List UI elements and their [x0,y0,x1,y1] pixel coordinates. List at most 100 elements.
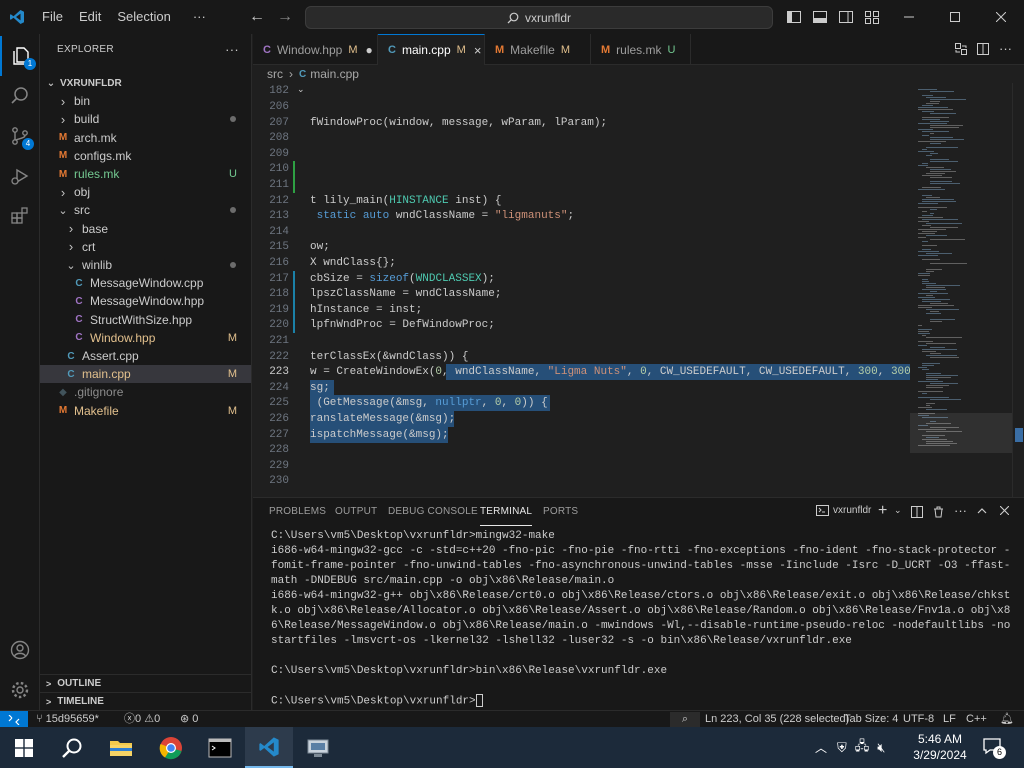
tree-item-obj[interactable]: › obj [40,183,251,201]
tree-item-bin[interactable]: › bin [40,92,251,110]
tab-window-hpp[interactable]: C Window.hpp M ● [253,34,378,65]
tree-item-main-cpp[interactable]: Cmain.cpp M [40,365,251,384]
language-mode[interactable]: C++ [966,712,987,727]
code-editor[interactable]: 182 ⌄ 206 207 fWindowProc(window, message,… [253,83,910,497]
tree-item-configs-mk[interactable]: Mconfigs.mk [40,147,251,165]
encoding[interactable]: UTF-8 [903,712,934,727]
cursor-position[interactable]: Ln 223, Col 35 (228 selected) [705,712,849,727]
menu-more[interactable]: ··· [185,0,214,34]
toggle-secondary-sidebar-icon[interactable] [838,9,854,25]
minimap[interactable] [910,83,1012,497]
volume-muted-icon[interactable]: 🔇︎ [877,740,885,756]
code-line[interactable]: ranslateMessage(&msg); [310,411,455,427]
network-icon[interactable]: 🖧︎ [855,737,870,759]
tree-item-winlib[interactable]: ⌄ winlib [40,256,251,274]
tree-item-arch-mk[interactable]: March.mk [40,129,251,147]
accounts-activity[interactable] [0,630,40,670]
code-line[interactable]: terClassEx(&wndClass)) { [310,349,468,365]
chevron-up-icon[interactable] [977,507,987,515]
more-actions-icon[interactable]: ··· [954,503,967,518]
taskbar-terminal[interactable] [196,727,244,768]
tab-size[interactable]: Tab Size: 4 [844,712,898,727]
editor-scrollbar[interactable] [1012,83,1024,497]
taskbar-vscode[interactable] [245,727,293,768]
customize-layout-icon[interactable] [864,9,880,25]
menu-edit[interactable]: Edit [71,0,109,34]
more-actions-icon[interactable]: ··· [225,42,239,57]
taskbar-app[interactable] [294,727,342,768]
clock[interactable]: 5:46 AM 3/29/2024 [905,731,975,763]
tree-item-messagewindow-cpp[interactable]: C MessageWindow.cpp [40,274,251,292]
start-button[interactable] [0,727,48,768]
zoom-icon[interactable]: ⌕ [670,712,700,727]
split-editor-icon[interactable] [976,42,990,56]
code-line[interactable]: w = CreateWindowEx(0, wndClassName, "Lig… [310,364,910,380]
git-branch[interactable]: ⑂ 15d95659* [36,712,99,727]
tree-item-rules-mk[interactable]: Mrules.mk U [40,165,251,183]
code-line[interactable]: ow; [310,239,330,255]
code-line[interactable]: static auto wndClassName = "ligmanuts"; [310,208,574,224]
unsaved-dot-icon[interactable]: ● [366,43,373,57]
forward-arrow-icon[interactable]: → [271,8,299,26]
ports-status[interactable]: ⊛ 0 [180,712,198,727]
workspace-root[interactable]: ⌄ VXRUNFLDR [40,74,251,92]
tab-main-cpp[interactable]: C main.cpp M × [378,34,485,65]
security-icon[interactable]: ⛨ [837,740,847,756]
tab-problems[interactable]: PROBLEMS [269,498,326,526]
open-changes-icon[interactable] [954,42,968,56]
new-terminal-icon[interactable]: + [878,502,887,520]
extensions-activity[interactable] [0,196,40,236]
tab-rules-mk[interactable]: M rules.mk U [591,34,691,65]
toggle-panel-icon[interactable] [812,9,828,25]
menu-selection[interactable]: Selection [109,0,178,34]
tree-item-messagewindow-hpp[interactable]: C MessageWindow.hpp [40,292,251,310]
manage-activity[interactable] [0,670,40,710]
toggle-primary-sidebar-icon[interactable] [786,9,802,25]
tab-debug-console[interactable]: DEBUG CONSOLE [388,498,478,526]
breadcrumb-file[interactable]: main.cpp [310,67,359,81]
maximize-button[interactable] [932,0,978,34]
tab-ports[interactable]: PORTS [543,498,578,526]
explorer-activity[interactable]: 1 [0,36,40,76]
taskbar-chrome[interactable] [147,727,195,768]
trash-icon[interactable] [933,506,944,518]
tab-makefile[interactable]: M Makefile M [485,34,591,65]
taskbar-search-button[interactable] [48,727,96,768]
tab-terminal[interactable]: TERMINAL [480,498,533,526]
chevron-down-icon[interactable]: ⌄ [894,505,902,516]
code-line[interactable]: sg; [310,380,330,396]
search-activity[interactable] [0,76,40,116]
close-window-button[interactable] [978,0,1024,34]
chevron-up-icon[interactable]: ︿ [815,739,827,756]
code-line[interactable]: t lily_main(HINSTANCE inst) { [310,193,501,209]
tree-item-window-hpp[interactable]: C Window.hpp M [40,329,251,347]
command-center-search[interactable]: vxrunfldr [305,6,773,29]
end-of-line[interactable]: LF [943,712,956,727]
close-panel-icon[interactable] [1000,506,1009,515]
tree-item-gitignore[interactable]: ◆ .gitignore [40,383,251,401]
problems-status[interactable]: ⓧ0 ⚠0 [124,712,160,727]
tree-item-base[interactable]: › base [40,220,251,238]
code-line[interactable]: (GetMessage(&msg, nullptr, 0, 0)) { [310,395,548,411]
taskbar-file-explorer[interactable] [97,727,145,768]
breadcrumb-folder[interactable]: src [267,67,283,81]
back-arrow-icon[interactable]: ← [243,8,271,26]
remote-indicator[interactable] [0,711,28,728]
code-line[interactable]: lpfnWndProc = DefWindowProc; [310,317,495,333]
tree-item-makefile[interactable]: M Makefile M [40,402,251,420]
split-terminal-icon[interactable] [911,506,923,518]
minimize-button[interactable] [886,0,932,34]
code-line[interactable]: fWindowProc(window, message, wParam, lPa… [310,115,607,131]
code-line[interactable]: cbSize = sizeof(WNDCLASSEX); [310,271,495,287]
tree-item-structwithsize-hpp[interactable]: C StructWithSize.hpp [40,311,251,329]
menu-file[interactable]: File [34,0,71,34]
terminal-instance[interactable]: vxrunfldr [816,505,871,516]
tree-item-assert-cpp[interactable]: C Assert.cpp [40,347,251,365]
code-line[interactable]: hInstance = inst; [310,302,422,318]
bell-icon[interactable]: 🔔︎ [1000,712,1014,727]
code-line[interactable]: ispatchMessage(&msg); [310,427,449,443]
tree-item-build[interactable]: › build [40,110,251,128]
tree-item-crt[interactable]: › crt [40,238,251,256]
tree-item-src[interactable]: ⌄ src [40,201,251,219]
notifications-button[interactable]: 6 [982,736,1006,759]
